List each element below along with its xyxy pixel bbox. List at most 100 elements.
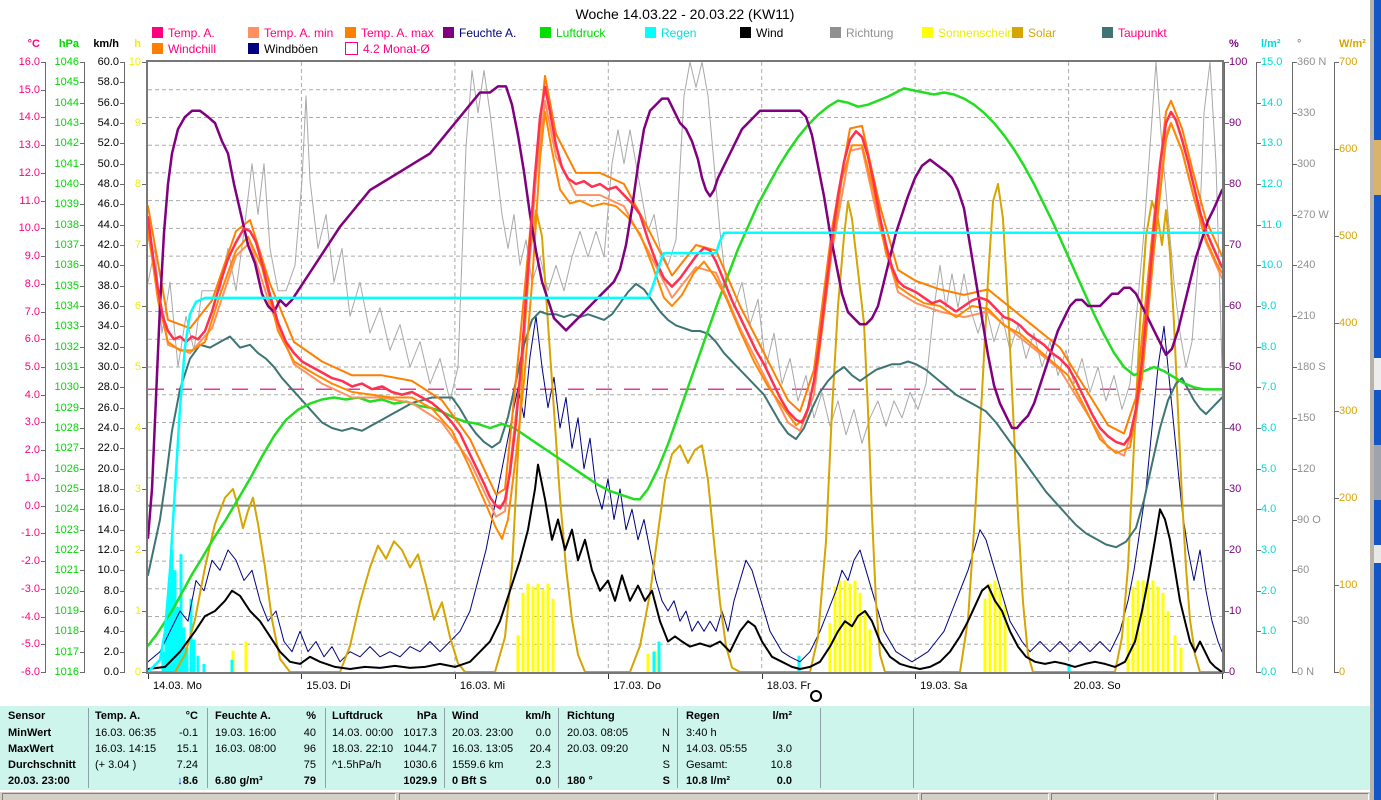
legend-label: Luftdruck xyxy=(556,25,606,40)
axis-tick xyxy=(41,173,46,174)
x-axis-tick xyxy=(1069,674,1070,679)
axis-tick-label: 8.0 xyxy=(1261,341,1277,353)
series-temp-a-max xyxy=(148,74,1222,496)
legend-item-windchill[interactable]: Windchill xyxy=(152,42,216,55)
legend-item-temp-a-min[interactable]: Temp. A. min xyxy=(248,26,333,39)
legend-item-monat-avg[interactable]: 4.2 Monat-Ø xyxy=(345,42,430,55)
table-separator xyxy=(913,708,914,788)
axis-tick-label: 4.0 xyxy=(24,389,40,401)
x-axis-day-label: 18.03. Fr xyxy=(766,680,811,692)
legend-label: Regen xyxy=(661,25,697,40)
series-taupunkt xyxy=(148,282,1222,576)
table-separator xyxy=(558,708,559,788)
table-value-temp: ↓8.6 xyxy=(177,775,198,787)
axis-tick-label: 2.0 xyxy=(103,646,119,658)
axis-tick-label: 1022 xyxy=(54,544,79,556)
legend-item-windboeen[interactable]: Windböen xyxy=(248,42,318,55)
desktop-icon-fragment xyxy=(1374,358,1381,390)
axis-tick-label: 1028 xyxy=(54,422,79,434)
axis-tick-label: 1042 xyxy=(54,137,79,149)
sonnenschein-swatch-icon xyxy=(922,27,933,38)
axis-tick-label: 56.0 xyxy=(97,97,119,109)
axis-tick-label: -5.0 xyxy=(21,638,40,650)
axis-tick xyxy=(120,164,125,165)
legend-item-feuchte-a[interactable]: Feuchte A. xyxy=(443,26,516,39)
table-value-regen: 0.0 xyxy=(776,775,792,787)
x-axis-day-label: 15.03. Di xyxy=(306,680,351,692)
axis-tick-label: 6 xyxy=(134,300,141,312)
table-value-luftdruck: 1017.3 xyxy=(403,727,437,739)
legend-item-richtung[interactable]: Richtung xyxy=(830,26,893,39)
axis-tick-label: 14.0 xyxy=(18,111,40,123)
legend-item-solar[interactable]: Solar xyxy=(1012,26,1056,39)
table-value-richtung: N xyxy=(662,727,670,739)
legend-item-taupunkt[interactable]: Taupunkt xyxy=(1102,26,1167,39)
axis-header-temp: °C xyxy=(27,38,40,50)
axis-tick-label: 12.0 xyxy=(1261,178,1283,190)
x-axis-day-label: 20.03. So xyxy=(1073,680,1121,692)
chart-plot-area[interactable] xyxy=(148,62,1222,672)
axis-tick-label: 1037 xyxy=(54,239,79,251)
stats-table: Sensor MinWert MaxWert Durchschnitt 20.03. 2… xyxy=(0,706,1370,790)
axis-tick-label: 1023 xyxy=(54,524,79,536)
axis-tick-label: 1.0 xyxy=(24,472,40,484)
table-row-label: Sensor xyxy=(8,710,46,722)
series-regen-summe xyxy=(148,231,1222,672)
axis-tick-label: 70 xyxy=(1229,239,1242,251)
table-unit-wind: km/h xyxy=(525,710,551,722)
table-value-luftdruck: 1030.6 xyxy=(403,759,437,771)
axis-tick-label: 11.0 xyxy=(19,195,40,207)
legend-label: Richtung xyxy=(846,25,894,40)
status-segment xyxy=(2,793,396,800)
axis-tick-label: 1024 xyxy=(54,503,79,515)
temp-a-max-swatch-icon xyxy=(345,27,356,38)
axis-tick-label: 300 xyxy=(1297,158,1316,170)
axis-tick xyxy=(120,82,125,83)
luftdruck-swatch-icon xyxy=(540,27,551,38)
axis-tick xyxy=(41,561,46,562)
axis-tick xyxy=(120,530,125,531)
legend-item-luftdruck[interactable]: Luftdruck xyxy=(540,26,605,39)
axis-tick-label: 1035 xyxy=(54,280,79,292)
table-value-feuchte: 96 xyxy=(303,743,316,755)
table-cell-richtung: 180 ° xyxy=(567,775,593,787)
axis-tick-label: 10.0 xyxy=(97,564,119,576)
legend-label: Temp. A. xyxy=(168,25,215,40)
legend-item-temp-a-max[interactable]: Temp. A. max xyxy=(345,26,434,39)
legend-item-temp-a[interactable]: Temp. A. xyxy=(152,26,215,39)
table-separator xyxy=(444,708,445,788)
x-axis-day-label: 17.03. Do xyxy=(613,680,661,692)
axis-tick-label: 0 xyxy=(134,666,141,678)
axis-tick-label: 5 xyxy=(134,361,141,373)
x-axis-tick xyxy=(762,674,763,679)
legend-item-regen[interactable]: Regen xyxy=(645,26,696,39)
legend-label: Temp. A. max xyxy=(361,25,434,40)
axis-tick-label: 0.0 xyxy=(24,500,40,512)
table-value-richtung: S xyxy=(662,775,670,787)
axis-tick-label: 50 xyxy=(1229,361,1242,373)
table-cell-regen: 10.8 l/m² xyxy=(686,775,731,787)
weather-app-window: Woche 14.03.22 - 20.03.22 (KW11) Temp. A… xyxy=(0,0,1370,800)
desktop-icon-fragment xyxy=(1374,545,1381,563)
axis-tick xyxy=(41,256,46,257)
axis-tick-label: 30 xyxy=(1229,483,1242,495)
series-solar xyxy=(148,183,1222,672)
axis-tick-label: 40.0 xyxy=(97,259,119,271)
axis-tick-label: 16.0 xyxy=(18,56,40,68)
series-wind xyxy=(148,463,1222,672)
legend-item-wind[interactable]: Wind xyxy=(740,26,783,39)
axis-tick-label: 1039 xyxy=(54,198,79,210)
legend-label: Windchill xyxy=(168,41,217,56)
axis-header-dir: ° xyxy=(1297,38,1302,50)
axis-tick xyxy=(120,347,125,348)
axis-tick-label: 5.0 xyxy=(24,361,40,373)
legend-item-sonnenschein[interactable]: Sonnenschein xyxy=(922,26,1014,39)
axis-tick xyxy=(41,644,46,645)
axis-tick xyxy=(41,478,46,479)
axis-tick-label: 1041 xyxy=(54,158,79,170)
regen-swatch-icon xyxy=(645,27,656,38)
axis-tick xyxy=(41,617,46,618)
axis-tick-label: 1036 xyxy=(54,259,79,271)
axis-tick xyxy=(120,387,125,388)
axis-tick-label: 9 xyxy=(134,117,141,129)
